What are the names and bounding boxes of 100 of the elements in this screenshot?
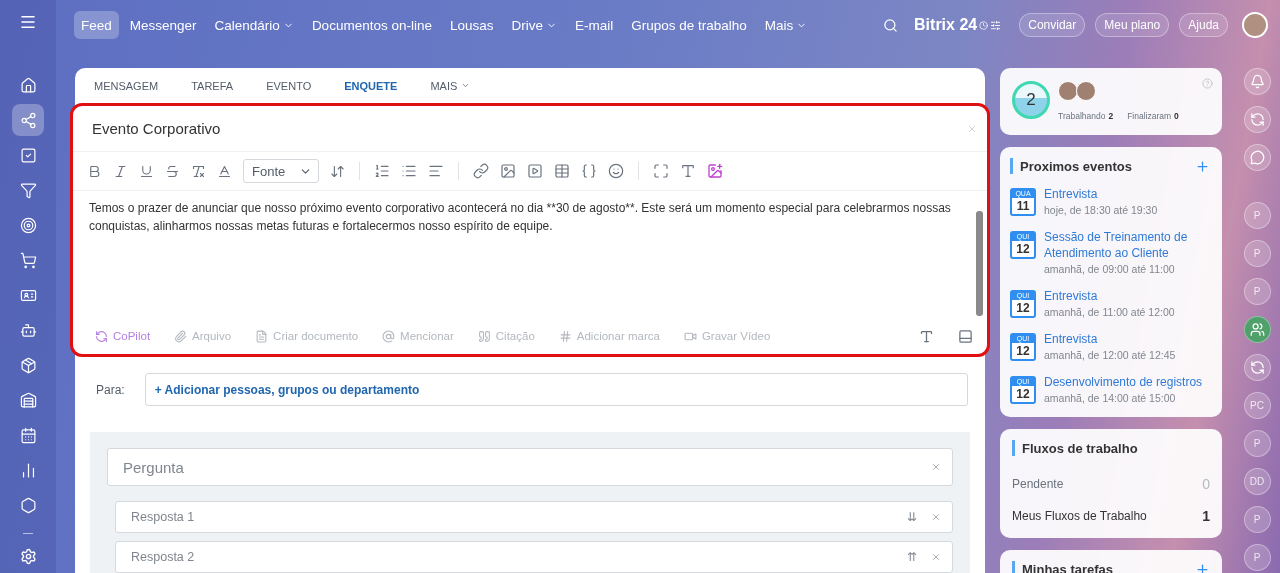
nav-tab[interactable]: Drive	[504, 11, 564, 39]
rail-avatar[interactable]	[1243, 68, 1271, 95]
nav-tab[interactable]: Calendário	[207, 11, 301, 39]
nav-tab[interactable]: Messenger	[122, 11, 204, 39]
title-input[interactable]: Evento Corporativo	[92, 120, 967, 137]
fullscreen-icon[interactable]	[653, 163, 669, 179]
add-recipients-link[interactable]: + Adicionar pessoas, grupos ou departamento	[154, 382, 420, 397]
worker-count-bubble[interactable]: 2	[1012, 81, 1050, 119]
checkbox-icon	[19, 146, 37, 164]
menu-icon[interactable]	[19, 13, 37, 31]
editor-action[interactable]: Gravar Vídeo	[683, 329, 771, 343]
editor-action[interactable]: CoPilot	[95, 329, 151, 343]
rail-avatar[interactable]: P	[1243, 278, 1271, 305]
event-title[interactable]: Entrevista	[1044, 288, 1175, 304]
clock-icon	[979, 20, 989, 30]
event-title[interactable]: Entrevista	[1044, 186, 1158, 202]
composer-tab[interactable]: MENSAGEM	[86, 79, 167, 92]
rail-avatar[interactable]: P	[1243, 202, 1271, 229]
nav-tab[interactable]: E-mail	[568, 11, 621, 39]
settings-icon[interactable]	[19, 548, 37, 565]
move-arrows[interactable]: ⇈	[907, 550, 917, 564]
rail-avatar[interactable]: DD	[1243, 468, 1271, 495]
widget-title: Proximos eventos	[1020, 158, 1133, 174]
target-icon	[19, 216, 37, 234]
stat-label: Finalizaram 0	[1127, 111, 1179, 121]
recipients-field[interactable]: + Adicionar pessoas, grupos ou departamento	[144, 373, 968, 406]
composer-tab[interactable]: EVENTO	[258, 79, 320, 92]
contact-initials[interactable]: P	[1253, 514, 1261, 525]
composer-tab[interactable]: MAIS	[422, 79, 479, 92]
add-icon[interactable]	[1195, 561, 1210, 573]
panel-icon[interactable]	[958, 328, 973, 344]
contact-initials[interactable]: P	[1253, 210, 1261, 221]
hash-icon	[558, 329, 572, 343]
composer-tab[interactable]: ENQUETE	[336, 79, 406, 92]
code-icon[interactable]	[581, 163, 597, 179]
rail-avatar[interactable]: P	[1243, 506, 1271, 533]
clear-format-icon[interactable]	[191, 163, 206, 179]
nav-tab[interactable]: Grupos de trabalho	[624, 11, 754, 39]
group-icon[interactable]	[1249, 322, 1265, 337]
table-icon[interactable]	[554, 163, 570, 179]
workflow-link[interactable]: Pendente	[1012, 477, 1064, 491]
editor-action[interactable]: Mencionar	[382, 329, 454, 343]
contact-initials[interactable]: PC	[1250, 400, 1264, 411]
avatar	[1058, 81, 1078, 101]
bold-icon[interactable]	[87, 163, 102, 179]
chat-icon[interactable]	[1249, 150, 1265, 165]
editor-action[interactable]: Adicionar marca	[558, 329, 660, 343]
rail-avatar[interactable]: P	[1243, 544, 1271, 571]
editor-action[interactable]: Citação	[477, 329, 535, 343]
composer-tab[interactable]: TAREFA	[183, 79, 242, 92]
rail-avatar[interactable]	[1243, 144, 1271, 171]
header-button[interactable]: Convidar	[1019, 13, 1086, 37]
event-title[interactable]: Sessão de Treinamento de Atendimento ao Cliente	[1044, 229, 1210, 261]
emoji-icon[interactable]	[608, 163, 624, 179]
add-icon[interactable]	[1195, 158, 1210, 174]
italic-icon[interactable]	[113, 163, 128, 179]
user-avatar[interactable]	[1242, 12, 1268, 38]
sliders-icon[interactable]	[990, 19, 1002, 31]
nav-tab[interactable]: Mais	[757, 11, 815, 39]
header-button[interactable]: Ajuda	[1179, 13, 1228, 37]
contact-initials[interactable]: DD	[1249, 476, 1265, 487]
rail-avatar[interactable]	[1243, 106, 1271, 133]
post-body-text[interactable]: Temos o prazer de anunciar que nosso próximo evento corporativo acontecerá no dia **30 de agosto**. Este será um momento especial para celebrarmos nossas conquistas, alinharmos nossas metas futuras e fortalecermos nosso espírito de equipe.	[89, 199, 976, 318]
contact-initials[interactable]: P	[1253, 248, 1261, 259]
text-format-icon[interactable]	[919, 328, 934, 344]
image-icon[interactable]	[500, 163, 516, 179]
rail-avatar[interactable]: P	[1243, 430, 1271, 457]
editor-action[interactable]: Criar documento	[255, 329, 359, 343]
move-arrows[interactable]: ⇊	[907, 510, 917, 524]
numbered-list-icon[interactable]	[374, 163, 390, 179]
bullet-list-icon[interactable]	[401, 163, 417, 179]
event-title[interactable]: Entrevista	[1044, 331, 1176, 347]
nav-tab[interactable]: Lousas	[442, 11, 501, 39]
bell-icon[interactable]	[1249, 74, 1265, 89]
strikethrough-icon[interactable]	[165, 163, 180, 179]
rail-avatar[interactable]: PC	[1243, 392, 1271, 419]
rail-avatar[interactable]	[1243, 316, 1271, 343]
event-title[interactable]: Desenvolvimento de registros	[1044, 374, 1203, 390]
rail-avatar[interactable]	[1243, 354, 1271, 381]
scrollbar-thumb[interactable]	[976, 211, 983, 316]
header-button[interactable]: Meu plano	[1095, 13, 1170, 37]
nav-tab[interactable]: Documentos on-line	[304, 11, 439, 39]
editor-action[interactable]: Arquivo	[174, 329, 232, 343]
link-icon[interactable]	[473, 163, 489, 179]
nav-tab[interactable]: Feed	[74, 11, 119, 39]
rail-avatar[interactable]: P	[1243, 240, 1271, 267]
logo-text[interactable]: Bitrix 24	[914, 16, 978, 34]
ai-image-icon[interactable]	[707, 163, 723, 179]
text-color-icon[interactable]	[217, 163, 232, 179]
align-left-icon[interactable]	[428, 163, 444, 179]
video-icon[interactable]	[527, 163, 543, 179]
search-icon[interactable]	[883, 17, 899, 33]
question-field[interactable]: Pergunta	[107, 448, 953, 486]
font-select[interactable]: Fonte	[243, 159, 319, 183]
workflow-link[interactable]: Meus Fluxos de Trabalho	[1012, 509, 1147, 523]
underline-icon[interactable]	[139, 163, 154, 179]
contact-initials[interactable]: P	[1253, 438, 1261, 449]
contact-initials[interactable]: P	[1253, 552, 1261, 563]
sidebar-item[interactable]	[12, 104, 44, 136]
contact-initials[interactable]: P	[1253, 286, 1261, 297]
